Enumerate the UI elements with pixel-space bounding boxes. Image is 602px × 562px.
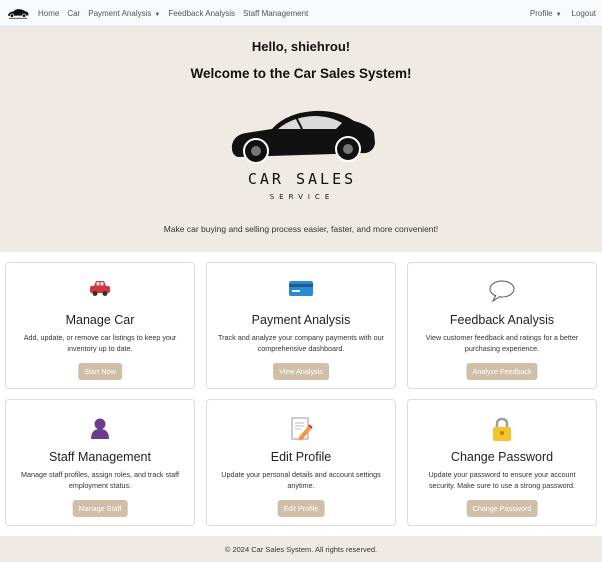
nav-payment-analysis-label: Payment Analysis bbox=[88, 8, 152, 18]
manage-staff-button[interactable]: Manage Staff bbox=[72, 500, 128, 517]
person-icon bbox=[6, 416, 194, 442]
sports-car-icon: CAR SALES SERVICE bbox=[231, 110, 375, 201]
welcome-heading: Welcome to the Car Sales System! bbox=[190, 66, 412, 81]
chevron-down-icon: ▼ bbox=[555, 11, 562, 18]
view-analysis-button[interactable]: View Analysis bbox=[273, 363, 329, 380]
greeting-heading: Hello, shiehrou! bbox=[251, 39, 351, 54]
card-title: Staff Management bbox=[49, 450, 151, 464]
card-edit-profile: Edit Profile Update your personal detail… bbox=[206, 399, 396, 526]
chevron-down-icon: ▼ bbox=[154, 11, 161, 18]
edit-profile-button[interactable]: Edit Profile bbox=[277, 500, 325, 517]
footer-copyright: © 2024 Car Sales System. All rights rese… bbox=[224, 544, 378, 554]
hero-section: Hello, shiehrou! Welcome to the Car Sale… bbox=[0, 27, 602, 252]
card-change-password: Change Password Update your password to … bbox=[407, 399, 597, 526]
nav-feedback-analysis[interactable]: Feedback Analysis bbox=[168, 9, 235, 18]
card-description: Manage staff profiles, assign roles, and… bbox=[21, 470, 179, 490]
card-manage-car: Manage Car Add, update, or remove car li… bbox=[5, 262, 195, 389]
footer: © 2024 Car Sales System. All rights rese… bbox=[0, 536, 602, 562]
card-title: Change Password bbox=[450, 450, 554, 464]
logout-link[interactable]: Logout bbox=[572, 9, 596, 18]
feature-cards-grid: Manage Car Add, update, or remove car li… bbox=[0, 252, 602, 537]
credit-card-icon bbox=[207, 279, 395, 305]
card-title: Edit Profile bbox=[270, 450, 332, 464]
lock-icon bbox=[408, 416, 596, 442]
memo-icon bbox=[207, 416, 395, 442]
card-title: Manage Car bbox=[65, 313, 135, 327]
profile-label: Profile bbox=[529, 8, 553, 18]
change-password-button[interactable]: Change Password bbox=[466, 500, 538, 517]
car-logo-icon bbox=[8, 8, 29, 19]
tagline: Make car buying and selling process easi… bbox=[163, 224, 439, 234]
card-description: View customer feedback and ratings for a… bbox=[425, 333, 579, 353]
card-description: Add, update, or remove car listings to k… bbox=[23, 333, 177, 353]
car-icon bbox=[6, 279, 194, 305]
card-description: Update your personal details and account… bbox=[221, 470, 381, 490]
card-title: Payment Analysis bbox=[251, 313, 351, 327]
nav-home[interactable]: Home bbox=[38, 9, 59, 18]
profile-dropdown[interactable]: Profile ▼ bbox=[530, 9, 562, 18]
logo-text-service: SERVICE bbox=[270, 193, 335, 201]
analyze-feedback-button[interactable]: Analyze Feedback bbox=[466, 363, 538, 380]
start-now-button[interactable]: Start Now bbox=[78, 363, 122, 380]
car-sales-logo: CAR SALES SERVICE bbox=[226, 107, 378, 202]
card-title: Feedback Analysis bbox=[449, 313, 555, 327]
card-staff-management: Staff Management Manage staff profiles, … bbox=[5, 399, 195, 526]
nav-staff-management[interactable]: Staff Management bbox=[243, 9, 308, 18]
logo-text-car-sales: CAR SALES bbox=[248, 170, 356, 188]
nav-car[interactable]: Car bbox=[67, 9, 80, 18]
card-payment-analysis: Payment Analysis Track and analyze your … bbox=[206, 262, 396, 389]
card-feedback-analysis: Feedback Analysis View customer feedback… bbox=[407, 262, 597, 389]
card-description: Track and analyze your company payments … bbox=[218, 333, 384, 353]
speech-bubble-icon bbox=[408, 279, 596, 305]
nav-payment-analysis-dropdown[interactable]: Payment Analysis ▼ bbox=[88, 9, 160, 18]
brand-logo[interactable] bbox=[6, 6, 30, 20]
navbar: Home Car Payment Analysis ▼ Feedback Anal… bbox=[0, 0, 602, 27]
card-description: Update your password to ensure your acco… bbox=[428, 470, 576, 490]
